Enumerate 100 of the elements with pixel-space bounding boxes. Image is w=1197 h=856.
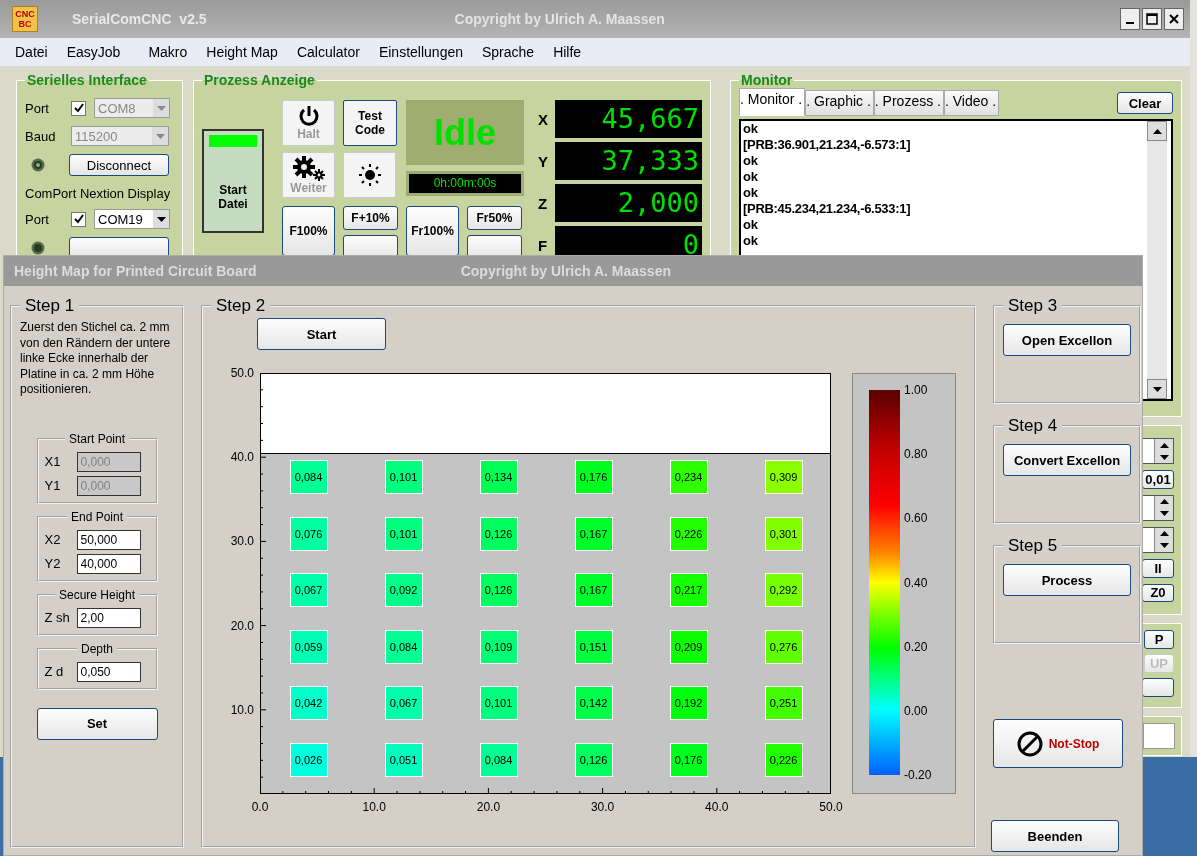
tab[interactable]: . Prozess .: [873, 90, 944, 116]
spin-up-button[interactable]: [1154, 439, 1173, 451]
menu-item[interactable]: Datei: [15, 44, 48, 60]
text-field[interactable]: [1143, 723, 1175, 749]
rapid-rate-button[interactable]: Fr100%: [406, 206, 459, 256]
height-cell: 0,067: [384, 686, 423, 720]
power-icon: [297, 105, 320, 127]
close-icon: [1169, 14, 1179, 24]
group-title: Secure Height: [57, 587, 136, 602]
axis-tick-label: 10.0: [230, 702, 254, 717]
input-field[interactable]: 50,000: [76, 529, 141, 550]
close-button[interactable]: Beenden: [991, 820, 1119, 852]
process-button[interactable]: Process: [1003, 564, 1131, 596]
test-code-button[interactable]: Test Code: [343, 100, 397, 146]
copyright-text: Copyright by Ulrich A. Maassen: [454, 11, 665, 27]
minimize-icon: [1126, 22, 1134, 24]
height-cell: 0,251: [764, 686, 803, 720]
maximize-button[interactable]: [1142, 8, 1162, 30]
scale-label: -0.20: [904, 768, 932, 783]
log-line: ok: [743, 233, 759, 249]
tab[interactable]: . Video .: [944, 90, 1000, 116]
height-cell: 0,226: [764, 742, 803, 777]
start-button[interactable]: Start: [257, 318, 386, 350]
tab[interactable]: . Graphic .: [805, 90, 874, 116]
checkbox[interactable]: [71, 211, 86, 227]
height-cell: 0,276: [764, 629, 803, 664]
disconnect-button[interactable]: Disconnect: [69, 154, 169, 176]
axis-tick-label: 50.0: [230, 366, 254, 380]
spin-up-button[interactable]: [1154, 527, 1173, 540]
coordinate-display: 2,000: [555, 184, 702, 222]
log-line: ok: [743, 169, 759, 185]
clear-button[interactable]: Clear: [1117, 92, 1173, 114]
axis-tick-label: 20.0: [230, 618, 254, 633]
start-file-button[interactable]: Start Datei: [202, 129, 264, 233]
step-size-button[interactable]: 0,01: [1142, 470, 1174, 489]
input-field[interactable]: 0,050: [76, 661, 141, 682]
height-cell: 0,101: [479, 686, 518, 720]
blank-button[interactable]: [1142, 678, 1174, 697]
menu-item[interactable]: Sprache: [482, 44, 535, 60]
feed-rate-button[interactable]: F+10%: [343, 206, 398, 230]
height-cell: 0,217: [669, 573, 708, 607]
down-arrow-icon: [1159, 511, 1169, 517]
height-cell: 0,084: [289, 460, 328, 494]
excellon-button[interactable]: Convert Excellon: [1003, 444, 1131, 476]
axis-label: F: [538, 236, 549, 254]
tab[interactable]: . Monitor .: [739, 88, 806, 116]
maximize-icon: [1146, 13, 1158, 25]
height-cell: 0,042: [289, 686, 328, 720]
input-field[interactable]: 40,000: [76, 553, 141, 574]
height-cell: 0,059: [289, 629, 328, 664]
height-cell: 0,126: [574, 742, 613, 777]
log-line: ok: [743, 217, 759, 233]
group-title: Start Point: [68, 431, 126, 446]
scroll-down-button[interactable]: [1147, 379, 1167, 399]
menu-item[interactable]: Calculator: [296, 44, 360, 60]
minimize-button[interactable]: [1120, 8, 1140, 30]
height-cell: 0,226: [669, 516, 708, 551]
status-led-icon: [31, 241, 45, 255]
scale-label: 0.20: [904, 639, 928, 654]
height-cell: 0,051: [384, 742, 423, 777]
menu-item[interactable]: Makro: [148, 44, 188, 60]
input-field[interactable]: 2,00: [76, 607, 141, 628]
field-label: X2: [44, 532, 62, 547]
panel-title: Serielles Interface: [26, 72, 148, 88]
axis-tick-label: 10.0: [361, 800, 387, 814]
step-title: Step 1: [24, 296, 76, 316]
axis-tick-label: 20.0: [475, 800, 502, 814]
set-button[interactable]: Set: [36, 707, 158, 740]
up-arrow-icon: [1159, 499, 1169, 505]
menu-item[interactable]: Einstellungen: [378, 44, 463, 60]
dropdown-arrow-icon: [156, 105, 166, 111]
axis-label: Z: [538, 194, 549, 212]
port-dropdown[interactable]: COM19: [94, 209, 170, 229]
pause-button[interactable]: II: [1142, 559, 1174, 578]
excellon-button[interactable]: Open Excellon: [1003, 324, 1131, 356]
emergency-stop-button[interactable]: Not-Stop: [993, 719, 1123, 768]
height-cell: 0,167: [574, 573, 613, 607]
spin-down-button[interactable]: [1154, 451, 1173, 463]
timer-display: 0h:00m:00s: [409, 174, 521, 193]
height-cell: 0,234: [669, 460, 708, 494]
gears-icon: [291, 155, 326, 181]
feed-rate-button[interactable]: F100%: [282, 206, 335, 256]
height-cell: 0,301: [764, 516, 803, 551]
rapid-rate-button[interactable]: Fr50%: [467, 206, 522, 230]
menu-item[interactable]: Hilfe: [553, 44, 582, 60]
axis-tick-label: 40.0: [230, 450, 254, 465]
zero-button[interactable]: Z0: [1142, 583, 1174, 602]
p-button[interactable]: P: [1144, 630, 1174, 649]
height-cell: 0,134: [479, 460, 518, 494]
brightness-button[interactable]: [343, 152, 396, 198]
dropdown-arrow-icon: [156, 216, 166, 222]
close-button[interactable]: [1164, 8, 1184, 30]
scroll-up-button[interactable]: [1147, 121, 1167, 141]
menu-item[interactable]: Height Map: [206, 44, 278, 60]
menu-item[interactable]: EasyJob: [66, 44, 121, 60]
spin-up-button[interactable]: [1154, 495, 1173, 508]
scrollbar[interactable]: [1147, 121, 1167, 399]
checkbox[interactable]: [71, 100, 86, 116]
app-logo-icon: CNC BC: [12, 6, 38, 32]
axis-tick-label: 30.0: [589, 800, 616, 814]
